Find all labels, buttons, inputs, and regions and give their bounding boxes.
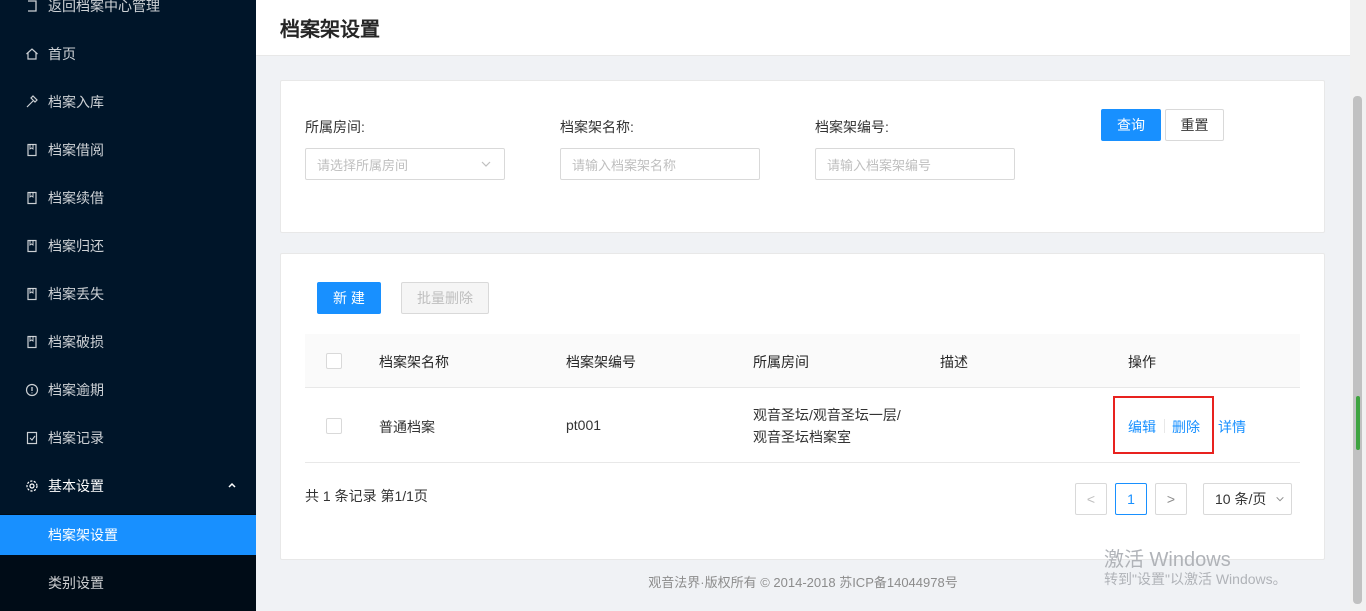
table-row: 普通档案 pt001 观音圣坛/观音圣坛一层/ 观音圣坛档案室 编辑 删除 详情 (305, 388, 1300, 463)
column-header: 档案架编号 (566, 354, 636, 370)
new-button[interactable]: 新 建 (317, 282, 381, 314)
detail-link[interactable]: 详情 (1218, 417, 1246, 437)
chevron-up-icon (228, 482, 236, 488)
filter-card: 所属房间: 请选择所属房间 档案架名称: 请输入档案架名称 档案架编号: 请输入… (280, 80, 1325, 233)
shelf-name-label: 档案架名称: (560, 119, 634, 135)
sidebar-item-borrow[interactable]: 档案借阅 (0, 130, 256, 170)
book-icon (24, 142, 40, 158)
return-icon (24, 0, 40, 14)
table-header: 档案架名称 档案架编号 所属房间 描述 操作 (305, 334, 1300, 388)
record-icon (24, 430, 40, 446)
column-header: 描述 (940, 354, 968, 370)
column-header: 操作 (1128, 354, 1156, 370)
book-icon (24, 190, 40, 206)
shelf-code-placeholder: 请输入档案架编号 (827, 157, 932, 173)
column-header: 所属房间 (753, 354, 809, 370)
page-size-select[interactable]: 10 条/页 (1203, 483, 1292, 515)
cell-shelf-code: pt001 (566, 417, 602, 433)
row-checkbox[interactable] (326, 418, 342, 434)
windows-activation-hint: 转到"设置"以激活 Windows。 (1104, 571, 1287, 587)
book-icon (24, 334, 40, 350)
sidebar-item-label: 档案丢失 (48, 286, 104, 302)
page-title: 档案架设置 (280, 19, 380, 41)
sidebar-item-label: 档案破损 (48, 334, 104, 350)
scrollbar-thumb[interactable] (1353, 96, 1362, 604)
next-page-button[interactable]: > (1155, 483, 1187, 515)
sidebar-item-label: 首页 (48, 46, 76, 62)
cell-room-line2: 观音圣坛档案室 (753, 429, 851, 445)
reset-button[interactable]: 重置 (1165, 109, 1224, 141)
sidebar: 返回档案中心管理 首页 档案入库 档案借阅 档案续借 档案归还 档案丢失 档案破… (0, 0, 256, 611)
room-select[interactable]: 请选择所属房间 (305, 148, 505, 180)
sidebar-group-basic-settings[interactable]: 基本设置 (0, 466, 256, 506)
shelf-code-label: 档案架编号: (815, 119, 889, 135)
column-header: 档案架名称 (379, 354, 449, 370)
gear-icon (24, 478, 40, 494)
list-card: 新 建 批量删除 档案架名称 档案架编号 所属房间 描述 操作 普通档案 pt0… (280, 253, 1325, 560)
page-1-button[interactable]: 1 (1115, 483, 1147, 515)
book-icon (24, 286, 40, 302)
sidebar-item-label: 档案归还 (48, 238, 104, 254)
sidebar-subitem-shelf-settings[interactable]: 档案架设置 (0, 515, 256, 555)
sidebar-item-label: 档案续借 (48, 190, 104, 206)
batch-delete-button[interactable]: 批量删除 (401, 282, 489, 314)
windows-activation-title: 激活 Windows (1104, 549, 1231, 571)
sidebar-item-label: 档案借阅 (48, 142, 104, 158)
sidebar-item-back[interactable]: 返回档案中心管理 (0, 0, 256, 26)
shelf-name-placeholder: 请输入档案架名称 (572, 157, 677, 173)
room-label: 所属房间: (305, 119, 365, 135)
cell-room-line1: 观音圣坛/观音圣坛一层/ (753, 407, 901, 423)
sidebar-item-lost[interactable]: 档案丢失 (0, 274, 256, 314)
sidebar-item-home[interactable]: 首页 (0, 34, 256, 74)
page-header: 档案架设置 (256, 0, 1350, 56)
chevron-down-icon (481, 161, 491, 167)
chevron-down-icon (1276, 496, 1284, 502)
select-all-checkbox[interactable] (326, 353, 342, 369)
room-placeholder: 请选择所属房间 (317, 157, 409, 173)
highlight-box (1113, 396, 1214, 454)
alert-circle-icon (24, 382, 40, 398)
pagination-summary: 共 1 条记录 第1/1页 (305, 488, 428, 504)
sidebar-item-label: 档案记录 (48, 430, 104, 446)
sidebar-item-label: 档案逾期 (48, 382, 104, 398)
sidebar-item-label: 档案入库 (48, 94, 104, 110)
page-size-value: 10 条/页 (1215, 491, 1267, 507)
sidebar-item-archive-in[interactable]: 档案入库 (0, 82, 256, 122)
sidebar-subitem-category-settings[interactable]: 类别设置 (0, 563, 256, 603)
sidebar-item-return[interactable]: 档案归还 (0, 226, 256, 266)
sidebar-subitem-label: 档案架设置 (48, 527, 118, 543)
scrollbar-grip[interactable] (1356, 396, 1360, 450)
query-button[interactable]: 查询 (1101, 109, 1161, 141)
sidebar-group-label: 基本设置 (48, 478, 104, 494)
sidebar-item-label: 返回档案中心管理 (48, 0, 160, 14)
home-icon (24, 46, 40, 62)
sidebar-item-renew[interactable]: 档案续借 (0, 178, 256, 218)
sidebar-subitem-label: 类别设置 (48, 575, 104, 591)
sidebar-item-overdue[interactable]: 档案逾期 (0, 370, 256, 410)
cell-shelf-name: 普通档案 (379, 419, 435, 435)
sidebar-item-records[interactable]: 档案记录 (0, 418, 256, 458)
prev-page-button[interactable]: < (1075, 483, 1107, 515)
shelf-code-input[interactable]: 请输入档案架编号 (815, 148, 1015, 180)
book-icon (24, 238, 40, 254)
hammer-icon (24, 94, 40, 110)
sidebar-item-damaged[interactable]: 档案破损 (0, 322, 256, 362)
shelf-name-input[interactable]: 请输入档案架名称 (560, 148, 760, 180)
